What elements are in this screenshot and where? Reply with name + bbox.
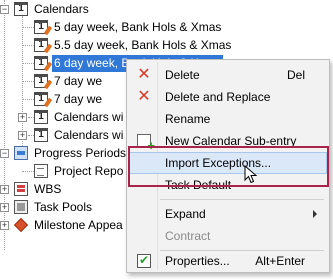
menu-separator: [160, 199, 324, 200]
menu-item-expand[interactable]: Expand: [129, 203, 327, 225]
tree-guide-line: [22, 171, 34, 172]
tree-item-milestone-appearance[interactable]: Milestone Appea: [13, 216, 125, 234]
mouse-pointer-icon: [244, 165, 258, 184]
highlight-annotation-box: [128, 146, 329, 187]
report-icon: [34, 164, 48, 178]
calendar-icon: 1: [34, 128, 48, 142]
submenu-arrow-icon: [313, 210, 317, 218]
menu-item-rename[interactable]: Rename: [129, 108, 327, 130]
tree-item-task-pools[interactable]: Task Pools: [14, 198, 94, 216]
task-pool-icon: [14, 200, 28, 214]
tree-item-calendar-7day-a[interactable]: 1 7 day we: [34, 72, 104, 90]
expand-milestone-appearance-toggle[interactable]: +: [0, 221, 9, 230]
tree-guide-line: [22, 27, 34, 28]
tree-guide-line: [4, 0, 5, 250]
properties-check-icon: [137, 253, 151, 268]
tree-guide-line: [22, 99, 34, 100]
calendar-edit-icon: 1: [34, 20, 48, 34]
expand-wbs-toggle[interactable]: +: [0, 185, 9, 194]
tree-item-wbs[interactable]: WBS: [14, 180, 63, 198]
collapse-calendars-toggle[interactable]: −: [0, 5, 9, 14]
expand-calendars-with-a-toggle[interactable]: +: [18, 113, 27, 122]
menu-item-delete-and-replace[interactable]: ✕ Delete and Replace: [129, 86, 327, 108]
tree-item-calendars[interactable]: 1 Calendars: [14, 0, 91, 18]
tree-item-progress-periods[interactable]: Progress Periods: [14, 144, 128, 162]
milestone-diamond-icon: [13, 217, 29, 233]
tree-item-calendar-7day-b[interactable]: 1 7 day we: [34, 90, 104, 108]
progress-period-icon: [14, 146, 28, 160]
tree-guide-line: [22, 45, 34, 46]
tree-item-calendars-with-a[interactable]: 1 Calendars wi: [34, 108, 125, 126]
menu-item-properties[interactable]: Properties... Alt+Enter: [129, 250, 327, 272]
delete-x-icon: ✕: [137, 88, 151, 105]
calendar-edit-icon: 1: [34, 38, 48, 52]
tree-item-calendars-with-b[interactable]: 1 Calendars wi: [34, 126, 125, 144]
delete-x-icon: ✕: [137, 66, 151, 83]
menu-item-contract: Contract: [165, 229, 211, 243]
menu-item-delete[interactable]: ✕ Delete Del: [129, 64, 327, 86]
tree-item-calendar-5-5day[interactable]: 1 5.5 day week, Bank Hols & Xmas: [34, 36, 233, 54]
tree-item-project-report[interactable]: Project Repo: [34, 162, 125, 180]
tree-item-calendar-5day[interactable]: 1 5 day week, Bank Hols & Xmas: [34, 18, 223, 36]
collapse-progress-periods-toggle[interactable]: −: [0, 149, 9, 158]
calendar-edit-icon: 1: [34, 74, 48, 88]
tree-guide-line: [22, 81, 34, 82]
calendar-icon: 1: [34, 110, 48, 124]
tree-guide-line: [22, 63, 34, 64]
calendar-edit-icon: 1: [34, 56, 48, 70]
expand-task-pools-toggle[interactable]: +: [0, 203, 9, 212]
wbs-icon: [14, 182, 28, 196]
calendar-icon: 1: [14, 2, 28, 16]
expand-calendars-with-b-toggle[interactable]: +: [18, 131, 27, 140]
calendar-edit-icon: 1: [34, 92, 48, 106]
